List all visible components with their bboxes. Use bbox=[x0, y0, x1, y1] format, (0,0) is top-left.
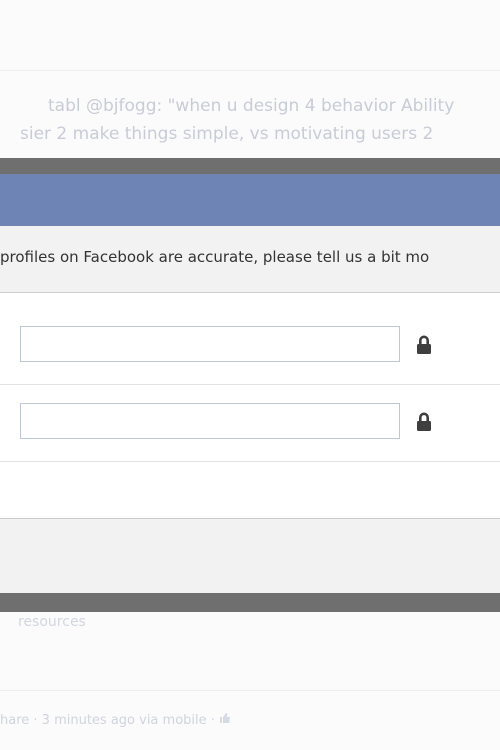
background-post-line: sier 2 make things simple, vs motivating… bbox=[20, 124, 434, 144]
background-divider bbox=[0, 690, 500, 691]
info-input-1[interactable] bbox=[20, 326, 400, 362]
lock-icon[interactable] bbox=[414, 334, 434, 356]
dialog-intro-text: profiles on Facebook are accurate, pleas… bbox=[0, 248, 430, 266]
dialog-header bbox=[0, 174, 500, 227]
dialog-footer bbox=[0, 518, 500, 593]
background-post: tabl @bjfogg: "when u design 4 behavior … bbox=[0, 92, 500, 148]
dialog-intro: profiles on Facebook are accurate, pleas… bbox=[0, 226, 500, 293]
thumbs-up-icon bbox=[220, 713, 231, 723]
background-lower-text: resources bbox=[18, 614, 86, 630]
background-divider bbox=[0, 70, 500, 71]
background-post-line: tabl @bjfogg: "when u design 4 behavior … bbox=[48, 96, 455, 116]
info-dialog: profiles on Facebook are accurate, pleas… bbox=[0, 174, 500, 593]
background-footer-text: hare · 3 minutes ago via mobile · bbox=[0, 713, 220, 728]
info-input-2[interactable] bbox=[20, 403, 400, 439]
form-row bbox=[0, 385, 500, 462]
background-footer: hare · 3 minutes ago via mobile · bbox=[0, 712, 231, 728]
form-row bbox=[0, 308, 500, 385]
lock-icon[interactable] bbox=[414, 411, 434, 433]
